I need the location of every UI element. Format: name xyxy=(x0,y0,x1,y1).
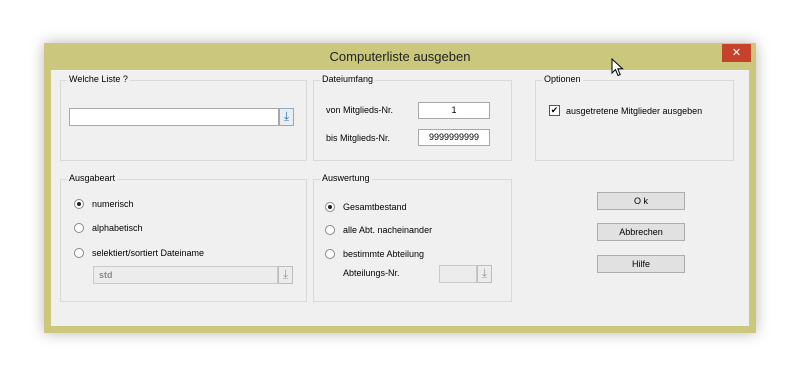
group-ausgabeart: Ausgabeart numerisch alphabetisch selekt… xyxy=(60,173,307,302)
group-optionen: Optionen ✔ ausgetretene Mitglieder ausge… xyxy=(535,74,734,161)
close-icon: ✕ xyxy=(731,46,742,59)
radio-selektiert[interactable] xyxy=(74,248,84,258)
group-label-optionen: Optionen xyxy=(542,74,583,84)
radio-label-gesamtbestand[interactable]: Gesamtbestand xyxy=(343,202,407,212)
mouse-pointer-icon xyxy=(611,58,624,77)
abteilungs-nr-input[interactable] xyxy=(439,265,477,283)
liste-input[interactable] xyxy=(69,108,279,126)
radio-bestimmte-abteilung[interactable] xyxy=(325,249,335,259)
dateiname-dropdown-button[interactable]: ⤓ xyxy=(278,266,293,284)
dateiname-input[interactable]: std xyxy=(93,266,278,284)
group-dateiumfang: Dateiumfang von Mitglieds-Nr. 1 bis Mitg… xyxy=(313,74,512,161)
dialog-client-area: Welche Liste ? ⤓ Dateiumfang von Mitglie… xyxy=(51,70,749,326)
abbrechen-button[interactable]: Abbrechen xyxy=(597,223,685,241)
dialog-window: Computerliste ausgeben ✕ Welche Liste ? … xyxy=(44,43,756,333)
ausgetretene-checkbox[interactable]: ✔ xyxy=(549,105,560,116)
ok-button[interactable]: O k xyxy=(597,192,685,210)
radio-label-selektiert[interactable]: selektiert/sortiert Dateiname xyxy=(92,248,204,258)
group-welche-liste: Welche Liste ? ⤓ xyxy=(60,74,307,161)
radio-label-alphabetisch[interactable]: alphabetisch xyxy=(92,223,143,233)
checkmark-icon: ✔ xyxy=(550,105,559,115)
radio-gesamtbestand[interactable] xyxy=(325,202,335,212)
dropdown-arrow-icon: ⤓ xyxy=(282,267,289,281)
abteilungs-nr-dropdown-button[interactable]: ⤓ xyxy=(477,265,492,283)
dropdown-arrow-icon: ⤓ xyxy=(283,109,290,123)
bis-mitglieds-nr-input[interactable]: 9999999999 xyxy=(418,129,490,146)
radio-alle-abt[interactable] xyxy=(325,225,335,235)
von-mitglieds-nr-label: von Mitglieds-Nr. xyxy=(326,105,394,115)
group-label-ausgabeart: Ausgabeart xyxy=(67,173,118,183)
bis-mitglieds-nr-label: bis Mitglieds-Nr. xyxy=(326,133,391,143)
radio-numerisch[interactable] xyxy=(74,199,84,209)
hilfe-button[interactable]: Hilfe xyxy=(597,255,685,273)
title-bar[interactable]: Computerliste ausgeben ✕ xyxy=(44,43,756,70)
window-title: Computerliste ausgeben xyxy=(329,49,471,64)
radio-label-alle-abt[interactable]: alle Abt. nacheinander xyxy=(343,225,432,235)
liste-dropdown-button[interactable]: ⤓ xyxy=(279,108,294,126)
radio-alphabetisch[interactable] xyxy=(74,223,84,233)
group-label-auswertung: Auswertung xyxy=(320,173,372,183)
close-button[interactable]: ✕ xyxy=(722,44,751,62)
group-label-welche-liste: Welche Liste ? xyxy=(67,74,130,84)
ausgetretene-checkbox-label[interactable]: ausgetretene Mitglieder ausgeben xyxy=(566,106,702,116)
radio-label-numerisch[interactable]: numerisch xyxy=(92,199,134,209)
dropdown-arrow-icon: ⤓ xyxy=(481,266,488,280)
radio-label-bestimmte-abteilung[interactable]: bestimmte Abteilung xyxy=(343,249,424,259)
von-mitglieds-nr-input[interactable]: 1 xyxy=(418,102,490,119)
group-auswertung: Auswertung Gesamtbestand alle Abt. nache… xyxy=(313,173,512,302)
group-label-dateiumfang: Dateiumfang xyxy=(320,74,376,84)
abteilungs-nr-label: Abteilungs-Nr. xyxy=(343,268,400,278)
